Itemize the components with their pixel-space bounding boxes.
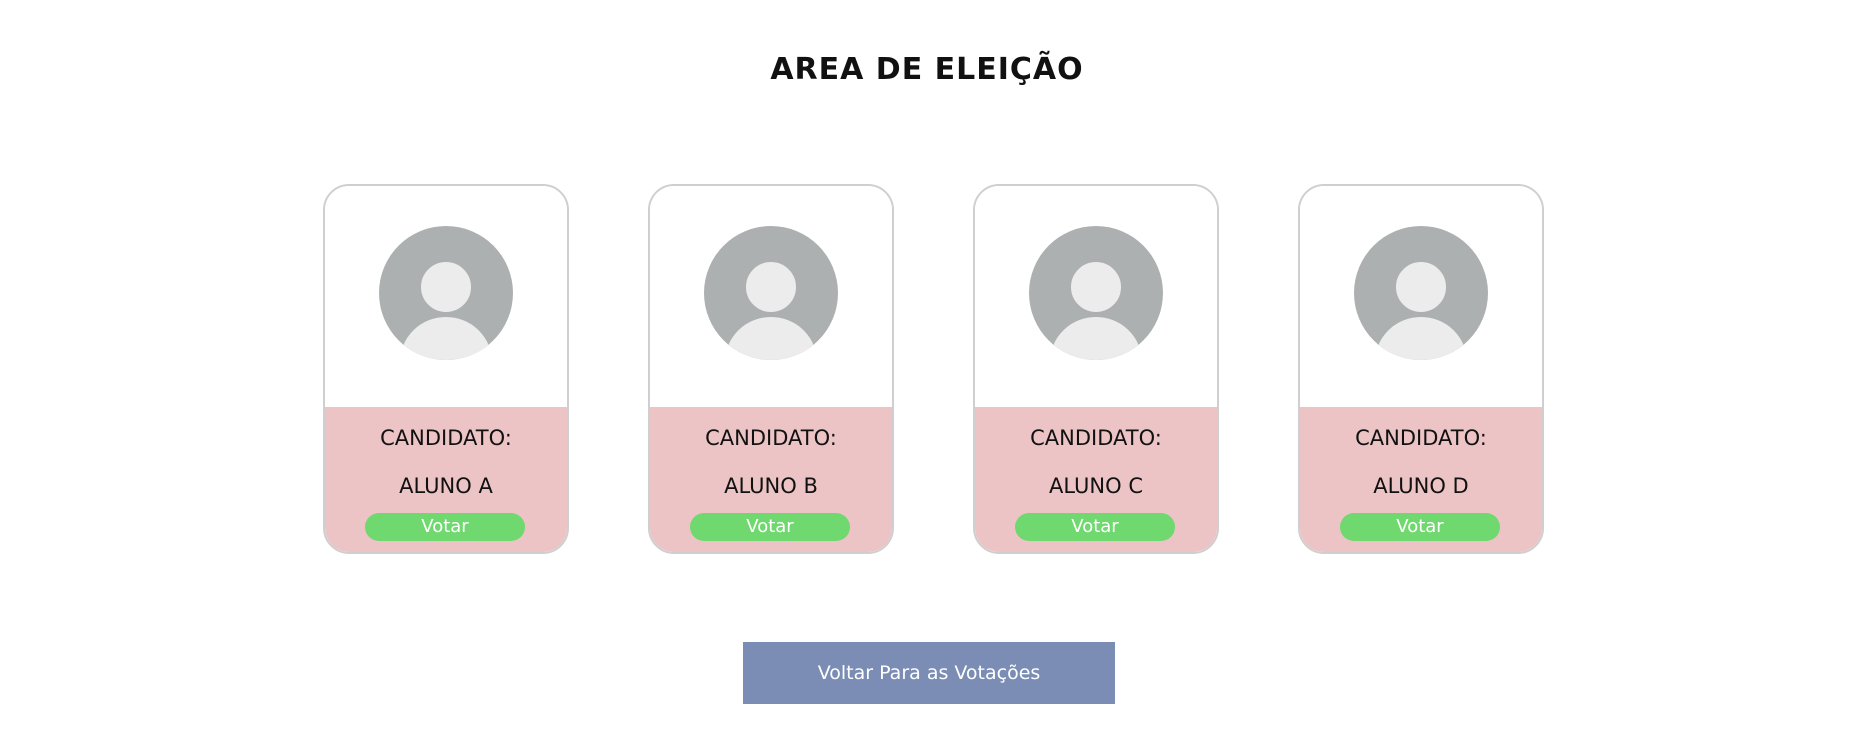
candidate-photo-area (325, 186, 567, 407)
candidate-info: CANDIDATO: ALUNO A Votar (325, 407, 567, 552)
candidate-photo-area (650, 186, 892, 407)
page-title: AREA DE ELEIÇÃO (770, 52, 1084, 87)
vote-button[interactable]: Votar (1015, 513, 1175, 541)
candidate-name: ALUNO A (399, 474, 493, 498)
candidate-name: ALUNO B (724, 474, 818, 498)
candidate-photo-area (975, 186, 1217, 407)
user-avatar-icon (1029, 226, 1163, 360)
user-avatar-icon (1354, 226, 1488, 360)
back-to-votes-button[interactable]: Voltar Para as Votações (743, 642, 1115, 704)
candidate-cards: CANDIDATO: ALUNO A Votar CANDIDATO: ALUN… (0, 184, 1854, 554)
user-avatar-icon (704, 226, 838, 360)
vote-button[interactable]: Votar (690, 513, 850, 541)
vote-button[interactable]: Votar (365, 513, 525, 541)
candidate-label: CANDIDATO: (705, 426, 837, 450)
candidate-label: CANDIDATO: (380, 426, 512, 450)
user-avatar-icon (379, 226, 513, 360)
candidate-card-d: CANDIDATO: ALUNO D Votar (1298, 184, 1544, 554)
candidate-card-a: CANDIDATO: ALUNO A Votar (323, 184, 569, 554)
candidate-card-c: CANDIDATO: ALUNO C Votar (973, 184, 1219, 554)
candidate-label: CANDIDATO: (1355, 426, 1487, 450)
candidate-card-b: CANDIDATO: ALUNO B Votar (648, 184, 894, 554)
candidate-photo-area (1300, 186, 1542, 407)
candidate-info: CANDIDATO: ALUNO B Votar (650, 407, 892, 552)
candidate-info: CANDIDATO: ALUNO C Votar (975, 407, 1217, 552)
candidate-info: CANDIDATO: ALUNO D Votar (1300, 407, 1542, 552)
candidate-name: ALUNO C (1049, 474, 1143, 498)
candidate-label: CANDIDATO: (1030, 426, 1162, 450)
candidate-name: ALUNO D (1373, 474, 1469, 498)
vote-button[interactable]: Votar (1340, 513, 1500, 541)
